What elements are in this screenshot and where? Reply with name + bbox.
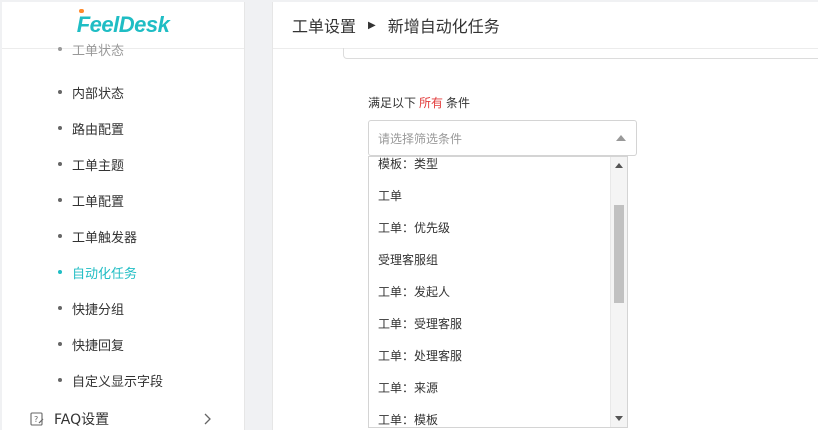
sidebar-item-ticket-trigger[interactable]: 工单触发器 [2, 218, 244, 254]
sidebar-item-ticket-status[interactable]: 工单状态 [2, 31, 244, 67]
breadcrumb: 工单设置 ▶ 新增自动化任务 [273, 2, 818, 49]
sidebar-item-label: 自动化任务 [72, 266, 138, 282]
bullet-icon [58, 234, 62, 238]
filter-condition-select[interactable]: 请选择筛选条件 [368, 120, 637, 156]
previous-field-box [343, 48, 818, 59]
dropdown-option[interactable]: 模板：类型 [378, 157, 438, 179]
sidebar-item-automation[interactable]: 自动化任务 [2, 254, 244, 290]
sidebar-item-label: 工单配置 [72, 194, 125, 210]
sidebar-item-label: 自定义显示字段 [72, 374, 164, 390]
breadcrumb-parent[interactable]: 工单设置 [292, 13, 356, 37]
bullet-icon [58, 198, 62, 202]
dropdown-option[interactable]: 受理客服组 [378, 243, 438, 275]
chevron-right-icon [203, 412, 213, 430]
sidebar-item-faq[interactable]: ? FAQ设置 [2, 404, 244, 430]
scrollbar-thumb[interactable] [614, 205, 624, 303]
sidebar-item-label: 内部状态 [72, 86, 125, 102]
select-placeholder: 请选择筛选条件 [378, 131, 463, 146]
sidebar-item-quick-group[interactable]: 快捷分组 [2, 290, 244, 326]
main-panel: 工单设置 ▶ 新增自动化任务 满足以下 所有 条件 请选择筛选条件 模板：类型 工单… [272, 2, 818, 430]
dropdown-option[interactable]: 工单：处理客服 [378, 339, 462, 371]
scroll-down-arrow-icon[interactable] [615, 416, 623, 421]
sidebar-item-ticket-subject[interactable]: 工单主题 [2, 146, 244, 182]
bullet-icon [58, 306, 62, 310]
caret-up-icon [616, 135, 626, 141]
dropdown-option[interactable]: 工单 [378, 179, 402, 211]
bullet-icon [58, 270, 62, 274]
bullet-icon [58, 162, 62, 166]
scroll-up-arrow-icon[interactable] [615, 163, 623, 168]
sidebar-item-label: 快捷回复 [72, 338, 125, 354]
bullet-icon [58, 378, 62, 382]
sidebar-item-label: 路由配置 [72, 122, 125, 138]
dropdown-option[interactable]: 工单：优先级 [378, 211, 450, 243]
dropdown-option[interactable]: 工单：受理客服 [378, 307, 462, 339]
faq-settings-icon: ? [30, 412, 44, 426]
breadcrumb-current: 新增自动化任务 [387, 17, 500, 36]
sidebar-item-label: FAQ设置 [54, 412, 110, 428]
filter-condition-dropdown: 模板：类型 工单 工单：优先级 受理客服组 工单：发起人 工单：受理客服 工单：… [368, 156, 628, 428]
dropdown-option[interactable]: 工单：模板 [378, 403, 438, 427]
condition-label: 满足以下 所有 条件 [368, 96, 471, 110]
sidebar-item-label: 快捷分组 [72, 302, 125, 318]
sidebar-item-label: 工单触发器 [72, 230, 138, 246]
sidebar-item-ticket-config[interactable]: 工单配置 [2, 182, 244, 218]
dropdown-option[interactable]: 工单：来源 [378, 371, 438, 403]
svg-text:?: ? [34, 415, 38, 424]
bullet-icon [58, 90, 62, 94]
dropdown-scrollbar[interactable] [610, 157, 627, 427]
condition-mode[interactable]: 所有 [419, 96, 443, 110]
breadcrumb-separator-icon: ▶ [368, 19, 376, 31]
sidebar-item-quick-reply[interactable]: 快捷回复 [2, 326, 244, 362]
bullet-icon [58, 126, 62, 130]
dropdown-option[interactable]: 工单：发起人 [378, 275, 450, 307]
bullet-icon [58, 342, 62, 346]
sidebar-item-internal-status[interactable]: 内部状态 [2, 74, 244, 110]
sidebar-item-routing[interactable]: 路由配置 [2, 110, 244, 146]
sidebar: FeelDesk 工单状态 内部状态 路由配置 工单主题 工单配置 工单触发器 … [2, 2, 245, 430]
sidebar-item-custom-fields[interactable]: 自定义显示字段 [2, 362, 244, 398]
sidebar-item-label: 工单主题 [72, 158, 125, 174]
